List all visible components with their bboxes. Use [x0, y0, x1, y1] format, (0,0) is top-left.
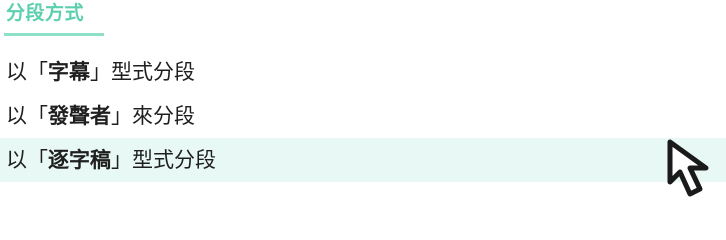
option-keyword: 逐字稿	[48, 148, 111, 172]
option-suffix: 」來分段	[111, 104, 195, 128]
option-keyword: 發聲者	[48, 104, 111, 128]
option-prefix: 以「	[6, 148, 48, 172]
segment-options-list: 以「字幕」型式分段 以「發聲者」來分段 以「逐字稿」型式分段	[0, 50, 726, 182]
option-prefix: 以「	[6, 60, 48, 84]
section-title: 分段方式	[6, 2, 85, 24]
option-transcript-segmentation[interactable]: 以「逐字稿」型式分段	[0, 138, 726, 182]
option-suffix: 」型式分段	[90, 60, 195, 84]
option-speaker-segmentation[interactable]: 以「發聲者」來分段	[0, 94, 726, 138]
mouse-pointer-icon	[667, 139, 709, 197]
title-underline	[4, 33, 104, 36]
option-prefix: 以「	[6, 104, 48, 128]
option-keyword: 字幕	[48, 60, 90, 84]
option-suffix: 」型式分段	[111, 148, 216, 172]
option-subtitle-segmentation[interactable]: 以「字幕」型式分段	[0, 50, 726, 94]
